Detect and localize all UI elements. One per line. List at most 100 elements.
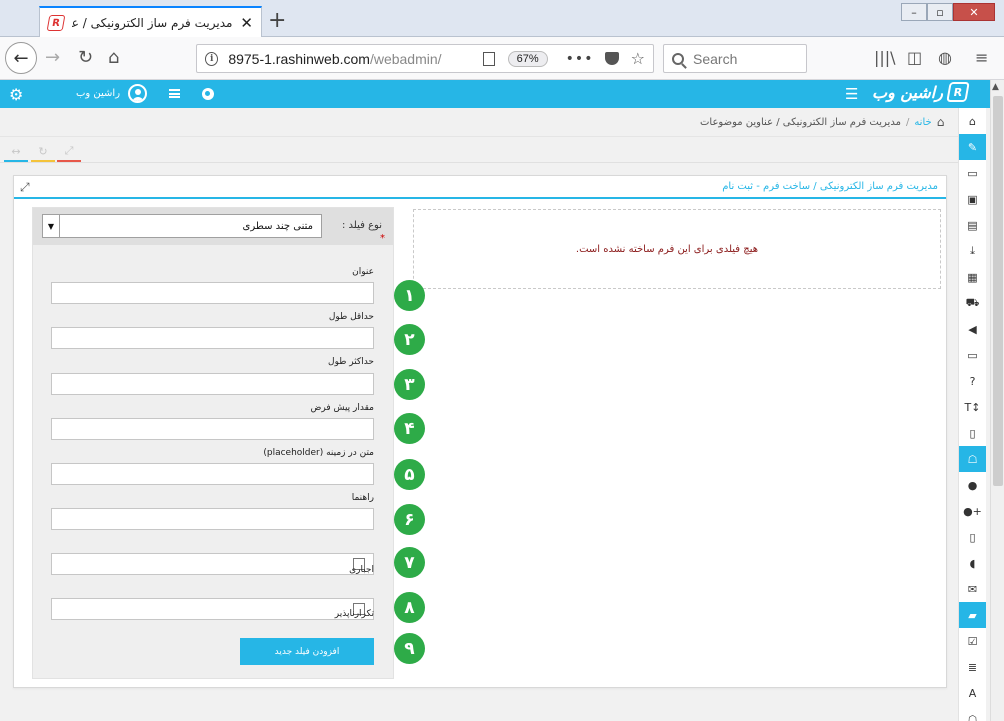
search-bar[interactable]: Search (663, 44, 807, 73)
inbox-icon[interactable]: ☖ (959, 446, 986, 472)
empty-fields-message: هیچ فیلدی برای این فرم ساخته نشده است. (575, 244, 758, 255)
title-input[interactable] (51, 282, 374, 304)
gear-icon[interactable]: ⚙ (9, 85, 23, 104)
window-controls: – ▫ ✕ (901, 3, 995, 21)
home-icon[interactable]: ⌂ (108, 47, 119, 68)
font-icon[interactable]: A (959, 680, 986, 706)
step-marker-9: ۹ (394, 633, 425, 664)
list-icon[interactable]: ≣ (959, 654, 986, 680)
pocket-icon[interactable] (605, 52, 619, 65)
min-length-input[interactable] (51, 327, 374, 349)
step-marker-2: ۲ (394, 324, 425, 355)
id-card-icon[interactable]: ▭ (959, 160, 986, 186)
reload-icon[interactable]: ↻ (78, 47, 93, 68)
right-sidebar: ⌂ ✎ ▭ ▣ ▤ ⤓ ▦ ⛟ ◀ ▭ ? T↕ ▯ ☖ ● ●+ ▯ ◖ ✉ … (958, 108, 986, 721)
refresh-icon[interactable]: ↻ (31, 142, 55, 162)
step-marker-5: ۵ (394, 459, 425, 490)
text-height-icon[interactable]: T↕ (959, 394, 986, 420)
placeholder-input[interactable] (51, 463, 374, 485)
globe-icon[interactable] (202, 88, 214, 100)
required-checkbox-label: اجباری (349, 565, 374, 575)
chevron-down-icon[interactable]: ▼ (43, 215, 60, 237)
maximize-button[interactable]: ▫ (927, 3, 953, 21)
forward-arrow-icon[interactable]: → (45, 47, 60, 68)
required-checkbox-row (51, 553, 374, 575)
unique-checkbox-row (51, 598, 374, 620)
step-marker-6: ۶ (394, 504, 425, 535)
minimize-button[interactable]: – (901, 3, 927, 21)
sidebar-toggle-icon[interactable]: ◫ (907, 48, 922, 67)
panel-header: ⤢ مدیریت فرم ساز الکترونیکی / ساخت فرم -… (14, 176, 946, 199)
comments-icon[interactable]: ◖ (959, 550, 986, 576)
inbox-2-icon[interactable]: ☖ (959, 706, 986, 721)
max-length-input[interactable] (51, 373, 374, 395)
monitor-icon[interactable]: ▭ (959, 342, 986, 368)
title-label: عنوان (352, 267, 374, 277)
unique-checkbox-label: تکرارناپذیر (334, 609, 374, 619)
scrollbar-thumb[interactable] (993, 96, 1003, 486)
user-menu[interactable]: راشین وب (76, 84, 148, 103)
folder-open-icon[interactable]: ▰ (959, 602, 986, 628)
breadcrumb-separator: / (905, 116, 910, 128)
zoom-level-badge[interactable]: 67% (507, 50, 548, 67)
url-bar[interactable]: i 8975-1.rashinweb.com/webadmin/ 67% •••… (196, 44, 654, 73)
field-type-row: نوع فیلد : * ▼ متنی چند سطری (33, 208, 393, 245)
file-icon[interactable]: ▤ (959, 212, 986, 238)
min-length-label: حداقل طول (328, 312, 374, 322)
search-icon (672, 52, 684, 65)
tab-title: مدیریت فرم ساز الکترونیکی / عناوین (72, 15, 233, 30)
volume-icon[interactable]: ◀ (959, 316, 986, 342)
hamburger-menu-icon[interactable]: ☰ (845, 85, 858, 103)
close-tab-icon[interactable]: ✕ (240, 14, 253, 32)
add-new-field-button[interactable]: افزودن فیلد جدید (240, 638, 374, 665)
field-type-select[interactable]: ▼ متنی چند سطری (42, 214, 322, 238)
default-value-input[interactable] (51, 418, 374, 440)
brand-name: راشین وب (872, 82, 943, 102)
pencil-icon[interactable]: ✎ (959, 134, 986, 160)
home-icon[interactable]: ⌂ (959, 108, 986, 134)
scroll-up-arrow-icon[interactable]: ▲ (992, 82, 999, 92)
file-outline-icon[interactable]: ▯ (959, 420, 986, 446)
info-icon[interactable]: i (205, 51, 219, 66)
user-icon[interactable]: ● (959, 472, 986, 498)
question-icon[interactable]: ? (959, 368, 986, 394)
fields-preview-area: هیچ فیلدی برای این فرم ساخته نشده است. (413, 209, 941, 289)
brand-logo[interactable]: راشین وب R (872, 82, 970, 102)
browser-tab-bar: R مدیریت فرم ساز الکترونیکی / عناوین ✕ +… (0, 0, 1004, 37)
mobile-icon[interactable]: ▯ (959, 524, 986, 550)
vertical-scrollbar[interactable]: ▲ (990, 80, 1004, 721)
cards-icon[interactable] (169, 89, 180, 98)
minimize-arrows-icon[interactable]: ↔ (4, 142, 28, 162)
envelope-icon[interactable]: ✉ (959, 576, 986, 602)
browser-tab[interactable]: R مدیریت فرم ساز الکترونیکی / عناوین ✕ (39, 6, 262, 37)
url-text[interactable]: 8975-1.rashinweb.com/webadmin/ (228, 51, 459, 67)
more-actions-icon[interactable]: ••• (566, 51, 594, 67)
user-add-icon[interactable]: ●+ (959, 498, 986, 524)
hamburger-menu-icon[interactable]: ≡ (975, 48, 988, 67)
library-icon[interactable]: |||\ (874, 48, 896, 67)
cart-icon[interactable]: ⛟ (959, 290, 986, 316)
field-type-value: متنی چند سطری (242, 220, 313, 232)
breadcrumb-home-link[interactable]: خانه (914, 117, 931, 128)
film-icon[interactable]: ▦ (959, 264, 986, 290)
expand-icon[interactable]: ⤢ (20, 180, 30, 195)
help-input[interactable] (51, 508, 374, 530)
admin-header: ⚙ راشین وب ☰ راشین وب R (0, 80, 990, 108)
panel-toolbar: ↔ ↻ ⤢ (0, 137, 958, 163)
reader-view-icon[interactable] (483, 51, 495, 66)
form-builder-panel: ⤢ مدیریت فرم ساز الکترونیکی / ساخت فرم -… (13, 175, 947, 688)
globe-icon[interactable]: ◍ (938, 48, 952, 67)
new-tab-plus-icon[interactable]: + (268, 8, 286, 33)
image-icon[interactable]: ▣ (959, 186, 986, 212)
back-arrow-icon[interactable]: ← (5, 42, 37, 74)
placeholder-label: متن در زمینه (placeholder) (263, 448, 374, 458)
check-square-icon[interactable]: ☑ (959, 628, 986, 654)
home-icon: ⌂ (936, 115, 945, 129)
panel-title: مدیریت فرم ساز الکترونیکی / ساخت فرم - ث… (722, 181, 938, 192)
fullscreen-icon[interactable]: ⤢ (57, 142, 81, 162)
step-marker-1: ۱ (394, 280, 425, 311)
close-window-button[interactable]: ✕ (953, 3, 995, 21)
bookmark-star-icon[interactable]: ☆ (631, 49, 645, 68)
download-icon[interactable]: ⤓ (959, 238, 986, 264)
help-label: راهنما (351, 493, 374, 503)
